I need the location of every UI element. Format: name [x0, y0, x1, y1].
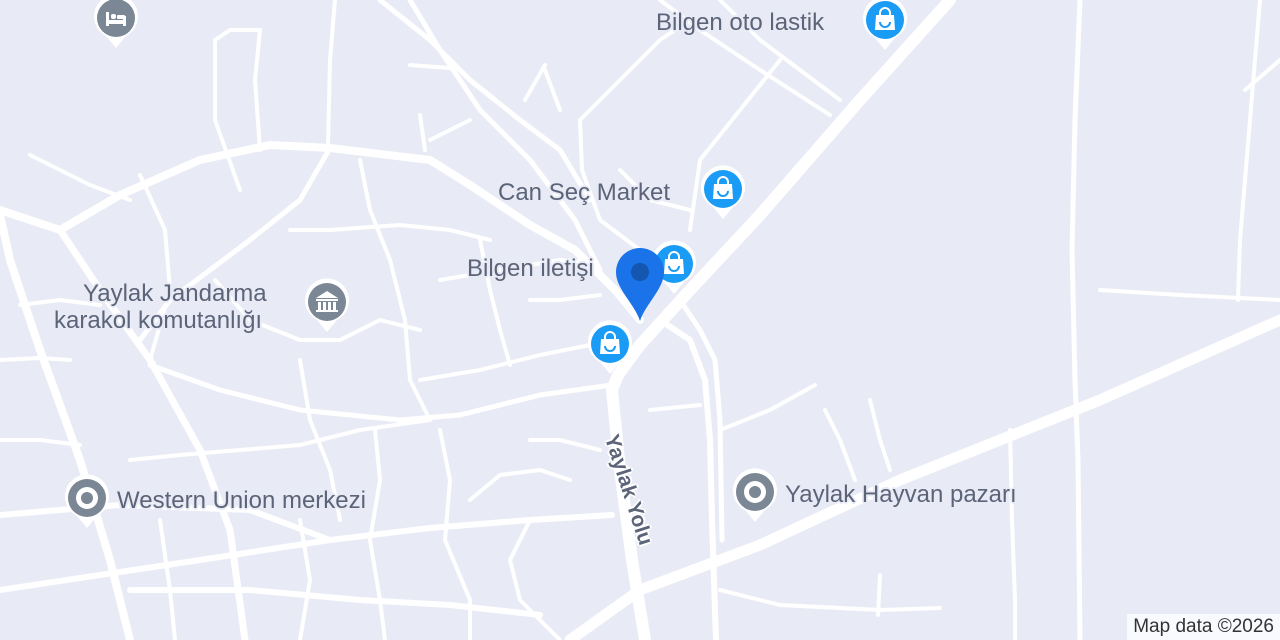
road	[158, 518, 177, 640]
place-label-hayvan-pazari[interactable]: Yaylak Hayvan pazarı	[785, 481, 1017, 508]
unnamed-shop-pin[interactable]	[586, 320, 634, 376]
highway-south	[564, 314, 1280, 640]
bilgen-oto-lastik-pin[interactable]	[861, 0, 909, 52]
road	[147, 362, 615, 423]
location-pin-icon	[616, 248, 664, 321]
road	[523, 63, 547, 102]
hayvan-pazari-pin[interactable]	[731, 468, 779, 524]
place-label-can-sec-market[interactable]: Can Seç Market	[498, 179, 670, 206]
place-label-bilgen-iletisim[interactable]: Bilgen iletişi	[467, 255, 594, 282]
place-icon	[733, 468, 777, 522]
road	[1243, 58, 1280, 92]
road	[1236, 0, 1262, 302]
road	[876, 573, 882, 617]
hotel-pin[interactable]	[92, 0, 140, 50]
road	[428, 118, 472, 142]
road	[823, 408, 857, 482]
road	[288, 223, 492, 242]
road	[298, 518, 312, 640]
selected-location-marker[interactable]	[614, 245, 666, 323]
place-label-jandarma-line1[interactable]: Yaylak Jandarma	[83, 280, 267, 307]
can-sec-market-pin[interactable]	[699, 165, 747, 221]
road	[528, 293, 602, 302]
road	[127, 587, 543, 618]
road	[468, 468, 572, 502]
government-building-icon	[305, 278, 349, 332]
road	[418, 113, 427, 152]
map-attribution[interactable]: Map data ©2026	[1127, 614, 1280, 640]
road	[377, 0, 593, 203]
road	[28, 153, 132, 202]
road	[1069, 0, 1083, 640]
jandarma-pin[interactable]	[303, 278, 351, 334]
road	[657, 317, 719, 640]
western-union-pin[interactable]	[63, 474, 111, 530]
map-canvas[interactable]: Bilgen oto lastik Can Seç Market Bilgen …	[0, 0, 1280, 640]
road	[543, 68, 562, 112]
place-label-western-union[interactable]: Western Union merkezi	[117, 487, 366, 514]
road	[718, 383, 817, 432]
road	[528, 438, 602, 452]
road	[128, 418, 432, 462]
place-label-bilgen-oto-lastik[interactable]: Bilgen oto lastik	[656, 9, 824, 36]
road	[1008, 428, 1017, 640]
road	[408, 63, 452, 70]
road	[0, 438, 82, 447]
shopping-bag-icon	[588, 320, 632, 374]
place-label-jandarma-line2[interactable]: karakol komutanlığı	[54, 307, 262, 334]
road	[648, 403, 702, 412]
road	[1098, 288, 1280, 302]
road	[508, 518, 562, 640]
road	[213, 28, 262, 152]
hotel-bed-icon	[94, 0, 138, 48]
road	[213, 38, 242, 192]
road	[718, 588, 942, 612]
shopping-bag-icon	[863, 0, 907, 50]
road	[868, 398, 892, 472]
road	[326, 0, 337, 147]
place-icon	[65, 474, 109, 528]
shopping-bag-icon	[701, 165, 745, 219]
road	[0, 356, 72, 362]
